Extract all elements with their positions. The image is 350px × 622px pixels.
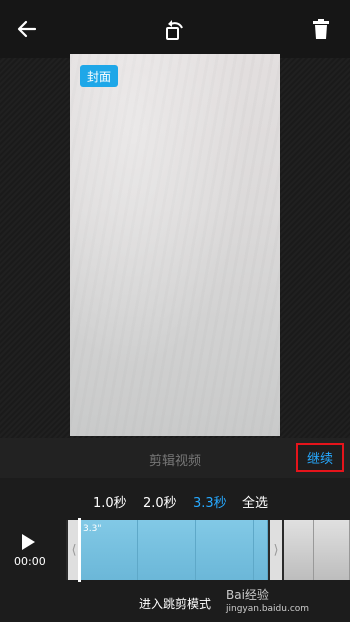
playhead[interactable] bbox=[78, 518, 81, 582]
timeline[interactable]: ⟨ ⟩ bbox=[66, 520, 350, 580]
frame-thumbnail bbox=[254, 520, 268, 580]
watermark-brand: Bai经验 bbox=[226, 588, 269, 602]
rotate-button[interactable] bbox=[160, 14, 190, 44]
segment-duration: 3.3" bbox=[83, 524, 102, 534]
rotate-icon bbox=[166, 20, 183, 40]
continue-button[interactable]: 继续 bbox=[296, 443, 344, 472]
delete-button[interactable] bbox=[306, 14, 336, 44]
play-icon bbox=[22, 534, 35, 550]
video-preview[interactable] bbox=[70, 54, 280, 436]
watermark-url: jingyan.baidu.com bbox=[226, 604, 310, 614]
play-button[interactable] bbox=[20, 533, 40, 551]
duration-options: 1.0秒 2.0秒 3.3秒 全选 bbox=[0, 492, 350, 512]
option-2s[interactable]: 2.0秒 bbox=[143, 492, 177, 511]
playback-time: 00:00 bbox=[14, 555, 46, 568]
frame-thumbnail bbox=[314, 520, 350, 580]
watermark: Bai经验 jingyan.baidu.com bbox=[226, 586, 309, 614]
option-1s[interactable]: 1.0秒 bbox=[93, 492, 127, 511]
option-select-all[interactable]: 全选 bbox=[242, 492, 268, 511]
trim-handle-right[interactable]: ⟩ bbox=[270, 520, 282, 580]
frame-thumbnail bbox=[138, 520, 196, 580]
arrow-left-icon bbox=[17, 20, 37, 38]
cover-badge[interactable]: 封面 bbox=[80, 65, 118, 87]
back-button[interactable] bbox=[12, 14, 42, 44]
trash-icon bbox=[313, 19, 329, 39]
option-3-3s[interactable]: 3.3秒 bbox=[193, 492, 227, 511]
frame-thumbnail bbox=[196, 520, 254, 580]
frame-thumbnail bbox=[284, 520, 314, 580]
